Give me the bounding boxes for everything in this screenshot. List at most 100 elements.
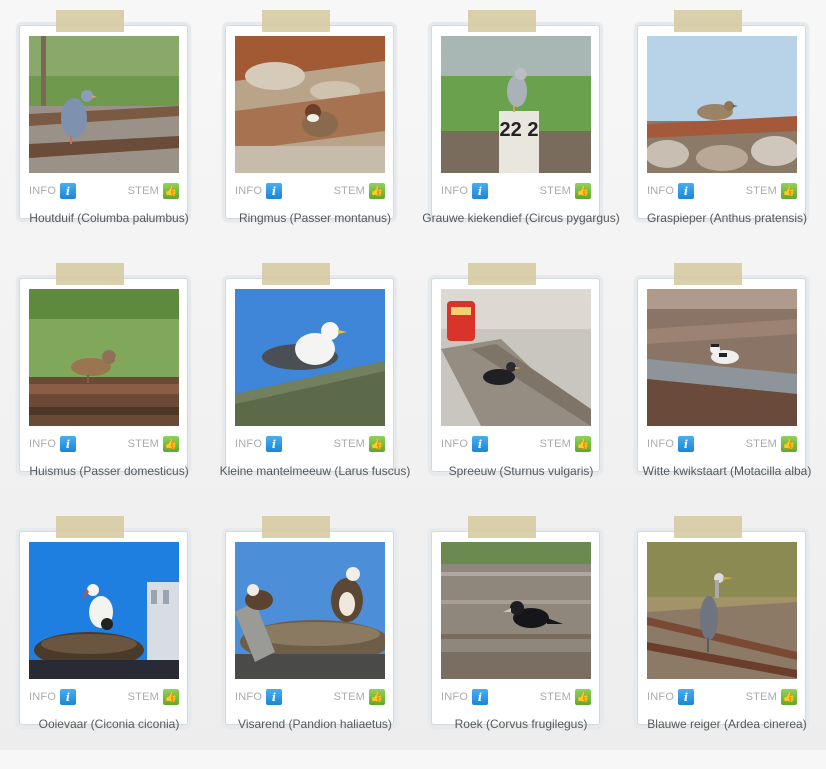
thumbs-up-icon: 👍 bbox=[575, 183, 591, 199]
info-button[interactable]: INFO i bbox=[29, 436, 77, 452]
thumbs-up-icon: 👍 bbox=[781, 689, 797, 705]
info-icon: i bbox=[60, 183, 77, 199]
vote-button[interactable]: STEM 👍 bbox=[334, 436, 385, 452]
bird-photo[interactable] bbox=[29, 36, 179, 173]
tape-decoration bbox=[56, 10, 124, 32]
vote-button[interactable]: STEM 👍 bbox=[540, 689, 591, 705]
tape-decoration bbox=[262, 516, 330, 538]
polaroid-frame: INFO i STEM 👍 bbox=[19, 25, 188, 219]
thumbs-up-icon: 👍 bbox=[781, 436, 797, 452]
info-icon: i bbox=[678, 436, 695, 452]
bird-photo[interactable] bbox=[235, 36, 385, 173]
bird-photo[interactable] bbox=[235, 289, 385, 426]
info-button[interactable]: INFO i bbox=[441, 183, 489, 199]
info-button[interactable]: INFO i bbox=[647, 183, 695, 199]
thumbs-up-icon: 👍 bbox=[369, 436, 385, 452]
bird-name[interactable]: Grauwe kiekendief (Circus pygargus) bbox=[421, 211, 621, 225]
tape-decoration bbox=[56, 263, 124, 285]
vote-button[interactable]: STEM 👍 bbox=[540, 183, 591, 199]
polaroid-frame: INFO i STEM 👍 bbox=[637, 278, 806, 472]
bird-card: INFO i STEM 👍 Houtduif (Columba palumbus) bbox=[9, 10, 215, 263]
bird-name[interactable]: Graspieper (Anthus pratensis) bbox=[627, 211, 826, 225]
vote-button[interactable]: STEM 👍 bbox=[746, 183, 797, 199]
info-button[interactable]: INFO i bbox=[29, 183, 77, 199]
bird-photo[interactable] bbox=[647, 289, 797, 426]
thumbs-up-icon: 👍 bbox=[369, 183, 385, 199]
vote-button[interactable]: STEM 👍 bbox=[334, 183, 385, 199]
info-icon: i bbox=[266, 183, 283, 199]
bird-photo[interactable] bbox=[29, 289, 179, 426]
tape-decoration bbox=[674, 516, 742, 538]
info-icon: i bbox=[678, 183, 695, 199]
vote-button[interactable]: STEM 👍 bbox=[746, 436, 797, 452]
tape-decoration bbox=[262, 263, 330, 285]
bird-name[interactable]: Spreeuw (Sturnus vulgaris) bbox=[421, 464, 621, 478]
info-button[interactable]: INFO i bbox=[441, 436, 489, 452]
thumbs-up-icon: 👍 bbox=[781, 183, 797, 199]
info-button[interactable]: INFO i bbox=[647, 689, 695, 705]
bird-photo[interactable] bbox=[235, 542, 385, 679]
bird-name[interactable]: Witte kwikstaart (Motacilla alba) bbox=[627, 464, 826, 478]
info-icon: i bbox=[472, 689, 489, 705]
vote-button[interactable]: STEM 👍 bbox=[128, 689, 179, 705]
info-button[interactable]: INFO i bbox=[235, 183, 283, 199]
bird-name[interactable]: Kleine mantelmeeuw (Larus fuscus) bbox=[215, 464, 415, 478]
thumbs-up-icon: 👍 bbox=[369, 689, 385, 705]
polaroid-frame: 22 2 INFO i STEM 👍 bbox=[431, 25, 600, 219]
polaroid-frame: INFO i STEM 👍 bbox=[225, 25, 394, 219]
bird-name[interactable]: Houtduif (Columba palumbus) bbox=[9, 211, 209, 225]
bird-card: INFO i STEM 👍 Kleine mantelmeeuw (Larus fu… bbox=[215, 263, 421, 516]
bird-photo[interactable]: 22 2 bbox=[441, 36, 591, 173]
bird-photo[interactable] bbox=[29, 542, 179, 679]
polaroid-frame: INFO i STEM 👍 bbox=[225, 531, 394, 725]
info-icon: i bbox=[678, 689, 695, 705]
vote-button[interactable]: STEM 👍 bbox=[540, 436, 591, 452]
bird-name[interactable]: Huismus (Passer domesticus) bbox=[9, 464, 209, 478]
bird-card: INFO i STEM 👍 Huismus (Passer domesticus) bbox=[9, 263, 215, 516]
polaroid-frame: INFO i STEM 👍 bbox=[19, 531, 188, 725]
tape-decoration bbox=[468, 10, 536, 32]
bird-photo[interactable] bbox=[647, 542, 797, 679]
thumbs-up-icon: 👍 bbox=[163, 183, 179, 199]
bird-name[interactable]: Visarend (Pandion haliaetus) bbox=[215, 717, 415, 731]
polaroid-frame: INFO i STEM 👍 bbox=[431, 531, 600, 725]
vote-button[interactable]: STEM 👍 bbox=[746, 689, 797, 705]
vote-button[interactable]: STEM 👍 bbox=[334, 689, 385, 705]
polaroid-frame: INFO i STEM 👍 bbox=[637, 25, 806, 219]
info-button[interactable]: INFO i bbox=[235, 689, 283, 705]
thumbs-up-icon: 👍 bbox=[163, 436, 179, 452]
bird-name[interactable]: Ooievaar (Ciconia ciconia) bbox=[9, 717, 209, 731]
bird-name[interactable]: Ringmus (Passer montanus) bbox=[215, 211, 415, 225]
vote-button[interactable]: STEM 👍 bbox=[128, 183, 179, 199]
bird-photo[interactable] bbox=[441, 542, 591, 679]
bird-photo[interactable] bbox=[441, 289, 591, 426]
bird-name[interactable]: Roek (Corvus frugilegus) bbox=[421, 717, 621, 731]
thumbs-up-icon: 👍 bbox=[575, 689, 591, 705]
bird-card: INFO i STEM 👍 Visarend (Pandion haliaetus) bbox=[215, 516, 421, 769]
bird-card: INFO i STEM 👍 Ringmus (Passer montanus) bbox=[215, 10, 421, 263]
info-icon: i bbox=[60, 436, 77, 452]
tape-decoration bbox=[56, 516, 124, 538]
bird-card: INFO i STEM 👍 Roek (Corvus frugilegus) bbox=[421, 516, 627, 769]
vote-button[interactable]: STEM 👍 bbox=[128, 436, 179, 452]
info-button[interactable]: INFO i bbox=[29, 689, 77, 705]
polaroid-frame: INFO i STEM 👍 bbox=[19, 278, 188, 472]
bird-card: INFO i STEM 👍 Blauwe reiger (Ardea cinerea… bbox=[627, 516, 826, 769]
bird-grid: INFO i STEM 👍 Houtduif (Columba palumbus) bbox=[9, 10, 826, 769]
marker-text: 22 2 bbox=[500, 119, 539, 141]
thumbs-up-icon: 👍 bbox=[575, 436, 591, 452]
bird-card: INFO i STEM 👍 Graspieper (Anthus pratensis… bbox=[627, 10, 826, 263]
tape-decoration bbox=[262, 10, 330, 32]
bird-card: INFO i STEM 👍 Ooievaar (Ciconia ciconia) bbox=[9, 516, 215, 769]
bird-card: 22 2 INFO i STEM 👍 Grauwe kiekendief (Circ… bbox=[421, 10, 627, 263]
bird-photo[interactable] bbox=[647, 36, 797, 173]
info-button[interactable]: INFO i bbox=[441, 689, 489, 705]
bird-name[interactable]: Blauwe reiger (Ardea cinerea) bbox=[627, 717, 826, 731]
info-button[interactable]: INFO i bbox=[647, 436, 695, 452]
info-icon: i bbox=[472, 183, 489, 199]
info-icon: i bbox=[472, 436, 489, 452]
tape-decoration bbox=[674, 10, 742, 32]
tape-decoration bbox=[468, 263, 536, 285]
info-button[interactable]: INFO i bbox=[235, 436, 283, 452]
info-icon: i bbox=[60, 689, 77, 705]
